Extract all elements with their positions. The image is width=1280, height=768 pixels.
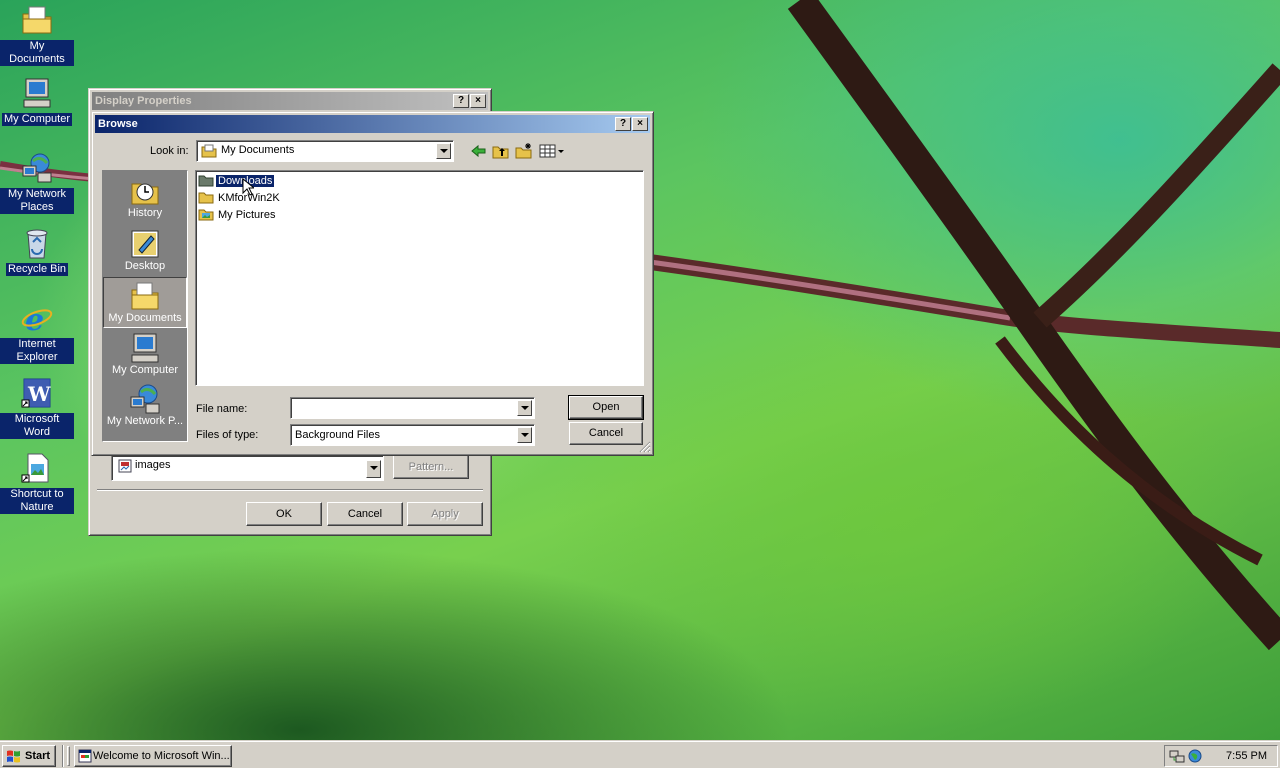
up-one-level-icon[interactable] (492, 143, 510, 159)
svg-text:e: e (25, 303, 44, 335)
place-label: Desktop (124, 260, 166, 272)
windows-logo-icon (7, 750, 20, 763)
image-shortcut-icon (21, 453, 49, 483)
cancel-button[interactable]: Cancel (327, 502, 403, 526)
globe-tray-icon[interactable] (1187, 748, 1203, 764)
desktop-icon-recycle-bin[interactable]: Recycle Bin (0, 226, 74, 276)
place-my-network-places[interactable]: My Network P... (103, 381, 187, 435)
desktop-icon-label: My Network Places (0, 188, 74, 214)
ok-button[interactable]: OK (246, 502, 322, 526)
view-menu-icon[interactable] (539, 143, 565, 159)
start-label: Start (25, 750, 51, 762)
desktop-icon (131, 230, 159, 258)
file-name-input[interactable] (290, 397, 535, 419)
computer-icon (131, 333, 159, 363)
file-list[interactable]: Downloads KMforWin2K My Pictures (195, 170, 644, 386)
taskbar-task-welcome[interactable]: Welcome to Microsoft Win... (74, 745, 232, 767)
look-in-label: Look in: (150, 145, 189, 157)
desktop-icon-my-documents[interactable]: My Documents (0, 3, 74, 66)
new-folder-icon[interactable] (515, 143, 533, 159)
wallpaper-list[interactable]: images (111, 455, 384, 481)
files-of-type-dropdown-arrow[interactable] (517, 427, 532, 443)
taskbar-grip[interactable] (67, 746, 70, 766)
file-name: My Pictures (218, 209, 276, 221)
desktop-icon-label: Internet Explorer (0, 338, 74, 364)
dialog-title: Browse (98, 118, 138, 130)
display-properties-titlebar[interactable]: Display Properties ? × (92, 92, 488, 110)
desktop-icon-label: My Computer (1, 113, 73, 126)
clock: 7:55 PM (1226, 750, 1267, 762)
files-of-type-dropdown[interactable]: Background Files (290, 424, 535, 446)
places-bar: History Desktop My Documents My Computer… (102, 170, 188, 442)
look-in-value: My Documents (221, 144, 295, 156)
taskbar: Start Welcome to Microsoft Win... 7:55 P… (0, 740, 1280, 768)
folder-documents-icon (22, 6, 52, 34)
file-name-dropdown-arrow[interactable] (517, 400, 532, 416)
desktop-icon-microsoft-word[interactable]: W Microsoft Word (0, 376, 74, 439)
list-item[interactable]: KMforWin2K (198, 190, 282, 206)
place-desktop[interactable]: Desktop (103, 226, 187, 276)
look-in-dropdown-arrow[interactable] (436, 143, 451, 159)
browse-titlebar[interactable]: Browse ? × (95, 115, 650, 133)
svg-text:W: W (27, 382, 51, 406)
list-item[interactable]: Downloads (198, 173, 275, 189)
open-button[interactable]: Open (568, 395, 644, 420)
window-title: Display Properties (95, 95, 192, 107)
desktop-icon-label: Microsoft Word (0, 413, 74, 439)
desktop-icon-internet-explorer[interactable]: e Internet Explorer (0, 301, 74, 364)
folder-documents-icon (131, 282, 159, 310)
recycle-bin-icon (26, 229, 48, 259)
taskbar-separator (62, 745, 64, 767)
network-tray-icon[interactable] (1169, 748, 1185, 764)
desktop-icon-label: Shortcut to Nature (0, 488, 74, 514)
pattern-button[interactable]: Pattern... (393, 455, 469, 479)
place-history[interactable]: History (103, 173, 187, 225)
apply-button[interactable]: Apply (407, 502, 483, 526)
help-button[interactable]: ? (615, 117, 631, 131)
internet-explorer-icon: e (21, 303, 53, 335)
help-button[interactable]: ? (453, 94, 469, 108)
close-button[interactable]: × (632, 117, 648, 131)
start-button[interactable]: Start (2, 745, 56, 767)
task-label: Welcome to Microsoft Win... (93, 750, 230, 762)
place-label: History (127, 207, 163, 219)
network-icon (130, 384, 160, 414)
computer-icon (23, 78, 51, 108)
desktop-icon-label: My Documents (0, 40, 74, 66)
desktop-icon-label: Recycle Bin (5, 263, 69, 276)
word-icon: W (21, 378, 51, 408)
desktop-icon-my-network-places[interactable]: My Network Places (0, 151, 74, 214)
back-arrow-icon[interactable] (470, 143, 486, 159)
file-name-label: File name: (196, 403, 248, 415)
place-label: My Documents (108, 312, 182, 324)
files-of-type-label: Files of type: (196, 429, 259, 441)
wallpaper-scroll-arrow[interactable] (366, 460, 381, 478)
place-my-documents[interactable]: My Documents (103, 277, 187, 328)
pictures-folder-icon (198, 209, 214, 221)
wallpaper-item[interactable]: images (135, 459, 170, 471)
network-icon (22, 153, 52, 183)
image-file-icon (118, 459, 132, 473)
windows-app-icon (78, 749, 92, 763)
resize-grip-icon[interactable] (639, 441, 651, 453)
place-label: My Computer (111, 364, 179, 376)
browse-dialog: Browse ? × Look in: My Documents History… (91, 111, 654, 456)
desktop: My Documents My Computer My Network Plac… (0, 0, 1280, 740)
history-icon (131, 183, 159, 205)
desktop-icon-my-computer[interactable]: My Computer (0, 76, 74, 126)
place-label: My Network P... (106, 415, 184, 427)
close-button[interactable]: × (470, 94, 486, 108)
system-tray: 7:55 PM (1164, 745, 1278, 767)
folder-icon (198, 192, 214, 204)
folder-documents-icon (201, 144, 217, 158)
desktop-icon-shortcut-to-nature[interactable]: Shortcut to Nature (0, 451, 74, 514)
cancel-button[interactable]: Cancel (569, 422, 643, 445)
list-item[interactable]: My Pictures (198, 207, 277, 223)
folder-icon (198, 175, 214, 187)
files-of-type-value: Background Files (295, 429, 380, 441)
place-my-computer[interactable]: My Computer (103, 330, 187, 380)
divider (97, 489, 483, 491)
mouse-pointer-icon (242, 178, 254, 196)
look-in-dropdown[interactable]: My Documents (196, 140, 454, 162)
